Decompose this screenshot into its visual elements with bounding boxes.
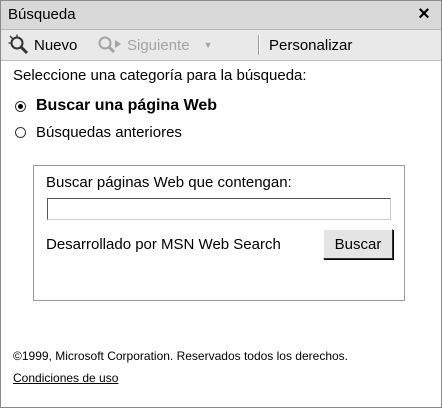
search-field-label: Buscar páginas Web que contengan: [46, 174, 292, 191]
search-next-icon [97, 34, 123, 56]
next-search-button[interactable]: Siguiente ▼ [97, 30, 212, 60]
close-icon[interactable]: × [413, 3, 435, 25]
search-button[interactable]: Buscar [323, 229, 393, 259]
toolbar: Nuevo Siguiente ▼ Personalizar [1, 30, 441, 61]
customize-button[interactable]: Personalizar [269, 30, 352, 60]
search-new-icon [8, 34, 30, 56]
terms-link[interactable]: Condiciones de uso [13, 371, 118, 385]
chevron-down-icon[interactable]: ▼ [204, 40, 213, 50]
search-input[interactable] [47, 198, 391, 220]
radio-web-search[interactable] [15, 100, 26, 112]
option-web-search-label: Buscar una página Web [36, 97, 218, 114]
option-previous-searches-label: Búsquedas anteriores [36, 124, 182, 141]
footer: ©1999, Microsoft Corporation. Reservados… [13, 345, 373, 389]
search-box-group: Buscar páginas Web que contengan: Desarr… [33, 165, 405, 301]
window-title: Búsqueda [8, 6, 76, 23]
toolbar-separator [258, 35, 260, 55]
search-content: Seleccione una categoría para la búsqued… [1, 61, 441, 407]
next-search-label: Siguiente [127, 36, 190, 54]
search-pane: Búsqueda × Nuevo Siguiente ▼ Personaliza… [0, 0, 442, 408]
radio-previous-searches[interactable] [15, 127, 26, 138]
new-search-label: Nuevo [34, 36, 78, 54]
title-bar: Búsqueda × [1, 1, 441, 30]
category-prompt: Seleccione una categoría para la búsqued… [13, 67, 307, 84]
new-search-button[interactable]: Nuevo [8, 30, 77, 60]
option-previous-searches[interactable]: Búsquedas anteriores [15, 124, 182, 141]
copyright-text: ©1999, Microsoft Corporation. Reservados… [13, 349, 349, 363]
customize-label: Personalizar [269, 36, 353, 54]
option-web-search[interactable]: Buscar una página Web [15, 97, 217, 115]
powered-by-text: Desarrollado por MSN Web Search [46, 236, 281, 253]
